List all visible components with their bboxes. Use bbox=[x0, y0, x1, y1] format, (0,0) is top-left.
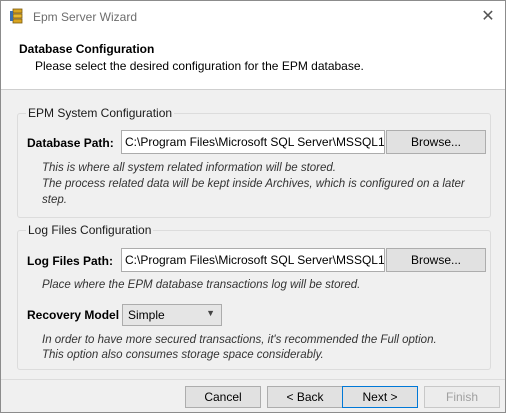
page-title: Database Configuration bbox=[19, 42, 155, 56]
recovery-hint-2: This option also consumes storage space … bbox=[42, 349, 324, 361]
group-title: Log Files Configuration bbox=[26, 223, 154, 237]
page-header: Database Configuration Please select the… bbox=[1, 31, 505, 90]
recovery-model-value: Simple bbox=[128, 308, 165, 322]
next-button[interactable]: Next > bbox=[342, 386, 418, 408]
page-subtitle: Please select the desired configuration … bbox=[35, 59, 364, 73]
recovery-model-label: Recovery Model bbox=[27, 308, 120, 322]
title-bar: Epm Server Wizard ✕ bbox=[1, 1, 505, 31]
footer-divider bbox=[1, 379, 505, 380]
close-button[interactable]: ✕ bbox=[471, 1, 505, 31]
recovery-model-select[interactable]: Simple ▼ bbox=[122, 304, 222, 326]
wizard-window: Epm Server Wizard ✕ Database Configurati… bbox=[0, 0, 506, 413]
server-stack-icon bbox=[9, 8, 25, 24]
back-button[interactable]: < Back bbox=[267, 386, 343, 408]
log-files-browse-button[interactable]: Browse... bbox=[386, 248, 486, 272]
database-path-label: Database Path: bbox=[27, 136, 114, 150]
window-title: Epm Server Wizard bbox=[33, 10, 138, 24]
log-files-path-label: Log Files Path: bbox=[27, 254, 114, 268]
cancel-button[interactable]: Cancel bbox=[185, 386, 261, 408]
log-files-path-input[interactable]: C:\Program Files\Microsoft SQL Server\MS… bbox=[121, 248, 385, 272]
finish-button[interactable]: Finish bbox=[424, 386, 500, 408]
database-path-hint-1: This is where all system related informa… bbox=[42, 162, 337, 174]
database-path-hint-2: The process related data will be kept in… bbox=[42, 178, 465, 190]
recovery-hint-1: In order to have more secured transactio… bbox=[42, 334, 437, 346]
group-title: EPM System Configuration bbox=[26, 106, 175, 120]
database-browse-button[interactable]: Browse... bbox=[386, 130, 486, 154]
database-path-hint-3: step. bbox=[42, 194, 67, 206]
log-files-hint: Place where the EPM database transaction… bbox=[42, 279, 361, 291]
close-icon: ✕ bbox=[481, 8, 495, 25]
chevron-down-icon: ▼ bbox=[206, 308, 215, 318]
database-path-input[interactable]: C:\Program Files\Microsoft SQL Server\MS… bbox=[121, 130, 385, 154]
